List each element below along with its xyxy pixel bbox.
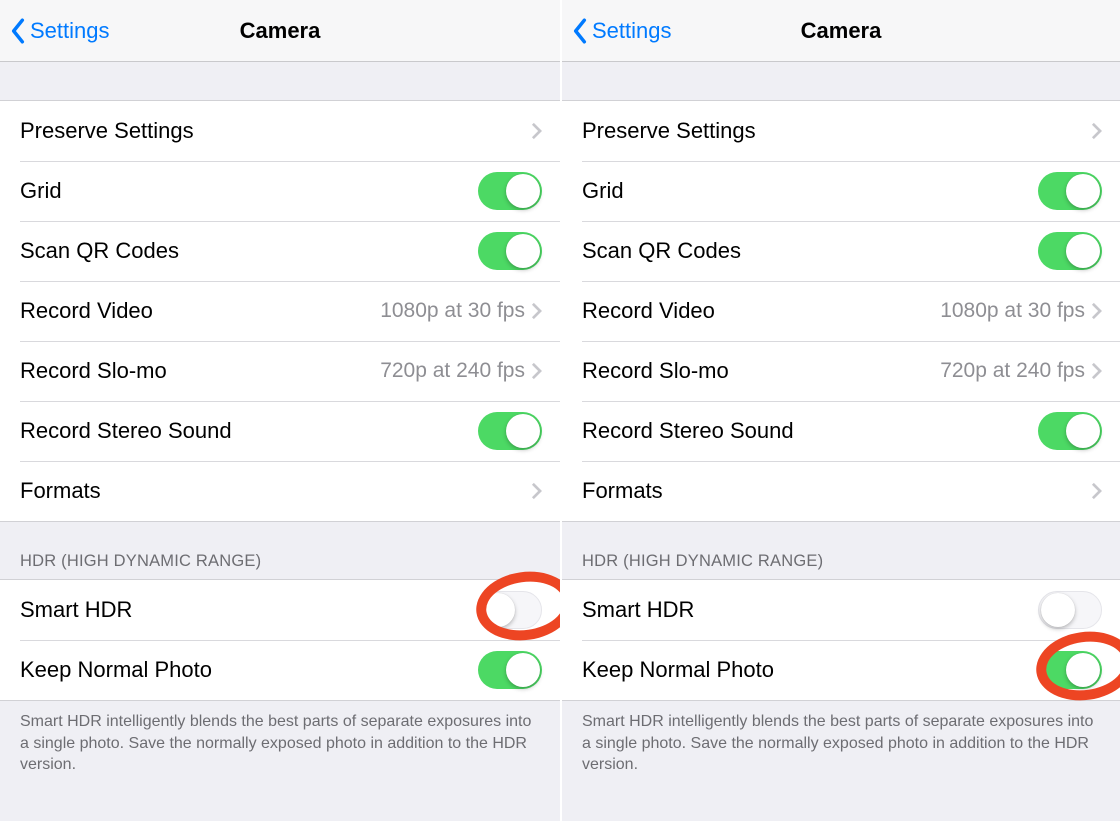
settings-panel: Settings Camera Preserve Settings Grid Scan … — [0, 0, 560, 821]
row-detail: 720p at 240 fps — [380, 359, 525, 383]
row-label: Record Slo-mo — [582, 358, 729, 384]
chevron-right-icon — [1091, 482, 1102, 500]
chevron-right-icon — [1091, 122, 1102, 140]
row-detail: 720p at 240 fps — [940, 359, 1085, 383]
settings-row: Keep Normal Photo — [0, 640, 560, 700]
settings-row[interactable]: Record Video 1080p at 30 fps — [0, 281, 560, 341]
settings-row[interactable]: Record Slo-mo 720p at 240 fps — [562, 341, 1120, 401]
header: Settings Camera — [0, 0, 560, 62]
toggle-switch[interactable] — [478, 591, 542, 629]
header: Settings Camera — [562, 0, 1120, 62]
row-label: Formats — [582, 478, 663, 504]
settings-row[interactable]: Formats — [562, 461, 1120, 521]
toggle-switch[interactable] — [1038, 651, 1102, 689]
chevron-right-icon — [1091, 302, 1102, 320]
settings-row: Scan QR Codes — [562, 221, 1120, 281]
settings-list: Smart HDR Keep Normal Photo — [562, 579, 1120, 701]
chevron-right-icon — [1091, 362, 1102, 380]
page-title: Camera — [801, 18, 882, 44]
row-label: Record Stereo Sound — [20, 418, 232, 444]
row-label: Keep Normal Photo — [582, 657, 774, 683]
row-label: Smart HDR — [582, 597, 694, 623]
chevron-left-icon — [572, 18, 588, 44]
toggle-knob — [1066, 174, 1100, 208]
row-label: Preserve Settings — [20, 118, 194, 144]
toggle-knob — [506, 414, 540, 448]
settings-row: Scan QR Codes — [0, 221, 560, 281]
toggle-switch[interactable] — [1038, 591, 1102, 629]
back-button[interactable]: Settings — [10, 0, 110, 62]
settings-row: Smart HDR — [0, 580, 560, 640]
section-header: HDR (HIGH DYNAMIC RANGE) — [0, 552, 560, 579]
toggle-switch[interactable] — [478, 232, 542, 270]
settings-list: Smart HDR Keep Normal Photo — [0, 579, 560, 701]
section-footer: Smart HDR intelligently blends the best … — [562, 701, 1120, 776]
settings-row: Record Stereo Sound — [0, 401, 560, 461]
settings-row[interactable]: Record Slo-mo 720p at 240 fps — [0, 341, 560, 401]
settings-row: Record Stereo Sound — [562, 401, 1120, 461]
toggle-knob — [506, 174, 540, 208]
row-label: Smart HDR — [20, 597, 132, 623]
row-label: Record Slo-mo — [20, 358, 167, 384]
toggle-knob — [506, 234, 540, 268]
settings-row[interactable]: Record Video 1080p at 30 fps — [562, 281, 1120, 341]
back-label: Settings — [30, 18, 110, 44]
toggle-knob — [1066, 234, 1100, 268]
toggle-switch[interactable] — [478, 412, 542, 450]
section-footer: Smart HDR intelligently blends the best … — [0, 701, 560, 776]
row-label: Grid — [20, 178, 62, 204]
toggle-knob — [506, 653, 540, 687]
row-label: Record Stereo Sound — [582, 418, 794, 444]
page-title: Camera — [240, 18, 321, 44]
back-button[interactable]: Settings — [572, 0, 672, 62]
row-label: Record Video — [20, 298, 153, 324]
toggle-knob — [481, 593, 515, 627]
row-detail: 1080p at 30 fps — [380, 299, 525, 323]
toggle-knob — [1041, 593, 1075, 627]
settings-panel: Settings Camera Preserve Settings Grid Scan … — [560, 0, 1120, 821]
row-label: Record Video — [582, 298, 715, 324]
chevron-right-icon — [531, 482, 542, 500]
toggle-switch[interactable] — [1038, 232, 1102, 270]
settings-list: Preserve Settings Grid Scan QR Codes Record… — [0, 100, 560, 522]
settings-row: Keep Normal Photo — [562, 640, 1120, 700]
toggle-switch[interactable] — [1038, 172, 1102, 210]
chevron-right-icon — [531, 122, 542, 140]
settings-row[interactable]: Formats — [0, 461, 560, 521]
chevron-right-icon — [531, 362, 542, 380]
row-label: Keep Normal Photo — [20, 657, 212, 683]
row-label: Scan QR Codes — [20, 238, 179, 264]
chevron-left-icon — [10, 18, 26, 44]
toggle-switch[interactable] — [478, 172, 542, 210]
settings-row[interactable]: Preserve Settings — [562, 101, 1120, 161]
row-detail: 1080p at 30 fps — [940, 299, 1085, 323]
back-label: Settings — [592, 18, 672, 44]
chevron-right-icon — [531, 302, 542, 320]
toggle-switch[interactable] — [1038, 412, 1102, 450]
settings-row: Smart HDR — [562, 580, 1120, 640]
toggle-switch[interactable] — [478, 651, 542, 689]
row-label: Scan QR Codes — [582, 238, 741, 264]
settings-row: Grid — [0, 161, 560, 221]
section-header: HDR (HIGH DYNAMIC RANGE) — [562, 552, 1120, 579]
row-label: Grid — [582, 178, 624, 204]
settings-list: Preserve Settings Grid Scan QR Codes Record… — [562, 100, 1120, 522]
row-label: Preserve Settings — [582, 118, 756, 144]
settings-row[interactable]: Preserve Settings — [0, 101, 560, 161]
settings-row: Grid — [562, 161, 1120, 221]
toggle-knob — [1066, 414, 1100, 448]
toggle-knob — [1066, 653, 1100, 687]
row-label: Formats — [20, 478, 101, 504]
